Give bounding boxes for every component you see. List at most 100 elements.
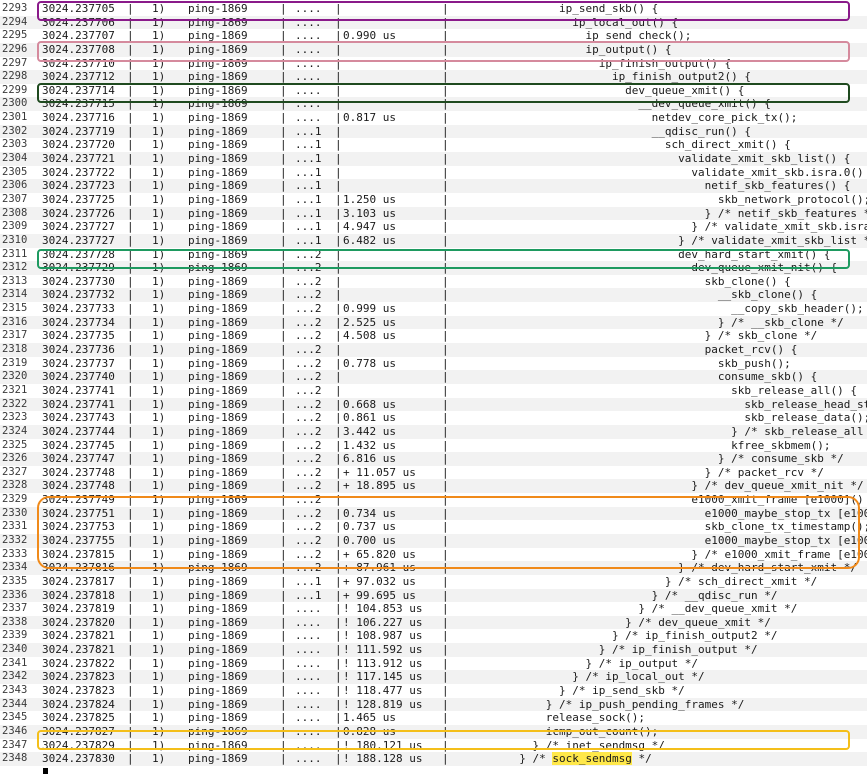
task-name: ping-1869 [188, 179, 248, 193]
function-text: dev_hard_start_xmit() { [453, 247, 831, 261]
task-name: ping-1869 [188, 547, 248, 561]
duration: 0.778 us [343, 356, 396, 370]
column-separator: | [335, 493, 342, 507]
function-call: __dev_queue_xmit() { [453, 97, 770, 111]
latency-flags: ...2 [295, 547, 322, 561]
column-separator: | [335, 356, 342, 370]
column-separator: | [280, 370, 287, 384]
column-separator: | [127, 288, 134, 302]
function-text: __qdisc_run() { [453, 124, 752, 138]
line-number: 2335 [2, 574, 28, 587]
task-name: ping-1869 [188, 670, 248, 684]
function-text: release_sock(); [453, 711, 646, 725]
timestamp: 3024.237755 [42, 533, 115, 547]
trace-row: 2316 3024.237734 | 1) ping-1869 | ...2 | 2.525 u… [0, 315, 867, 330]
task-name: ping-1869 [188, 124, 248, 138]
column-separator: | [335, 670, 342, 684]
timestamp: 3024.237729 [42, 261, 115, 275]
column-separator: | [442, 506, 449, 520]
timestamp: 3024.237751 [42, 506, 115, 520]
task-name: ping-1869 [188, 588, 248, 602]
trace-listing: 2293 3024.237705 | 1) ping-1869 |.... | | ip_se… [0, 2, 867, 766]
latency-flags: ...2 [295, 424, 322, 438]
duration: 3.103 us [343, 206, 396, 220]
function-text: dev_queue_xmit_nit() { [453, 261, 838, 275]
duration: 3.442 us [343, 424, 396, 438]
function-call: } /* sch_direct_xmit */ [453, 575, 817, 589]
line-number: 2344 [2, 697, 28, 710]
timestamp: 3024.237823 [42, 684, 115, 698]
column-separator: | [442, 288, 449, 302]
task-name: ping-1869 [188, 138, 248, 152]
line-number: 2348 [2, 752, 28, 765]
timestamp: 3024.237722 [42, 165, 115, 179]
column-separator: | [280, 343, 287, 357]
column-separator: | [335, 288, 342, 302]
cpu-id: 1) [152, 602, 166, 616]
line-number: 2343 [2, 684, 28, 697]
column-separator: | [280, 738, 287, 752]
highlighted-function-name: sock_sendmsg [552, 752, 632, 766]
column-separator: | [280, 438, 287, 452]
latency-flags: ...2 [295, 397, 322, 411]
latency-flags: .... [295, 56, 322, 70]
timestamp: 3024.237817 [42, 574, 115, 588]
latency-flags: ...2 [295, 274, 322, 288]
trace-row: 2297 3024.237710 | 1) ping-1869 |.... | | ip_fi… [0, 57, 867, 71]
column-separator: | [280, 479, 287, 493]
column-separator: | [127, 670, 134, 684]
trace-row: 2339 3024.237821 | 1) ping-1869 |.... |! 108.9… [0, 629, 867, 643]
column-separator: | [442, 561, 449, 575]
cpu-id: 1) [152, 138, 166, 152]
timestamp: 3024.237748 [42, 465, 115, 479]
column-separator: | [280, 192, 287, 206]
latency-flags: .... [295, 29, 322, 43]
column-separator: | [335, 15, 342, 29]
line-number: 2311 [2, 247, 28, 260]
duration: 0.990 us [343, 29, 396, 43]
function-call: } /* skb_clone */ [453, 329, 818, 343]
latency-flags: ...1 [295, 192, 322, 206]
column-separator: | [335, 615, 342, 629]
column-separator: | [442, 465, 449, 479]
function-call: ip_send_skb() { [453, 2, 658, 16]
cpu-id: 1) [152, 383, 166, 397]
function-call: kfree_skbmem(); [453, 439, 830, 453]
column-separator: | [442, 424, 449, 438]
trace-row: 2342 3024.237823 | 1) ping-1869 |.... |! 117.1… [0, 670, 867, 685]
line-number: 2309 [2, 220, 28, 233]
column-separator: | [127, 29, 134, 43]
column-separator: | [127, 506, 134, 520]
line-number: 2316 [2, 315, 28, 328]
column-separator: | [127, 738, 134, 752]
function-text: skb_release_head_state(); [453, 397, 867, 411]
trace-row: 2345 3024.237825 | 1) ping-1869 |.... | 1.465 u… [0, 711, 867, 725]
cpu-id: 1) [152, 697, 166, 711]
trace-row: 2303 3024.237720 | 1) ping-1869 | ...1 | | sch_d… [0, 138, 867, 152]
column-separator: | [127, 493, 134, 507]
function-text: ip_finish_output2() { [453, 70, 752, 84]
column-separator: | [335, 70, 342, 84]
line-number: 2314 [2, 288, 28, 301]
column-separator: | [127, 479, 134, 493]
timestamp: 3024.237825 [42, 711, 115, 725]
task-name: ping-1869 [188, 2, 248, 15]
column-separator: | [127, 2, 134, 15]
column-separator: | [442, 574, 449, 588]
function-call: skb_release_all() { [453, 384, 857, 398]
column-separator: | [442, 315, 449, 329]
latency-flags: ...2 [295, 288, 322, 302]
trace-row: 2313 3024.237730 | 1) ping-1869 | ...2 | | skb_c… [0, 275, 867, 289]
function-text: __copy_skb_header(); [453, 302, 864, 316]
latency-flags: ...1 [295, 574, 322, 588]
function-text: skb_release_data(); [453, 411, 867, 425]
trace-row: 2304 3024.237721 | 1) ping-1869 | ...1 | | valid… [0, 152, 867, 166]
function-text: ip_output() { [453, 42, 672, 56]
column-separator: | [442, 15, 449, 29]
duration: + 65.820 us [343, 547, 416, 561]
cpu-id: 1) [152, 56, 166, 70]
trace-row: 2341 3024.237822 | 1) ping-1869 |.... |! 113.9… [0, 657, 867, 671]
latency-flags: ...2 [295, 506, 322, 520]
duration: 0.700 us [343, 533, 396, 547]
line-number: 2296 [2, 42, 28, 55]
